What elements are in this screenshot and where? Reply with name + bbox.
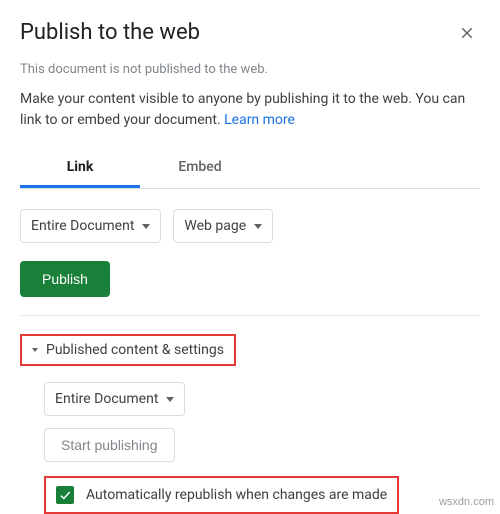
chevron-down-icon — [254, 224, 262, 229]
check-icon — [58, 488, 72, 502]
scope-select[interactable]: Entire Document — [20, 209, 161, 243]
close-icon — [458, 24, 476, 42]
options-row: Entire Document Web page — [20, 209, 480, 243]
close-button[interactable] — [454, 20, 480, 50]
tab-link[interactable]: Link — [20, 149, 140, 188]
dialog-subtitle: This document is not published to the we… — [20, 62, 480, 77]
dialog-header: Publish to the web — [20, 20, 480, 50]
format-select-label: Web page — [184, 218, 246, 234]
publish-button[interactable]: Publish — [20, 261, 110, 297]
divider — [20, 315, 480, 316]
tab-embed[interactable]: Embed — [140, 149, 260, 188]
chevron-down-icon — [142, 224, 150, 229]
published-settings-toggle[interactable]: Published content & settings — [20, 334, 236, 366]
publish-dialog: Publish to the web This document is not … — [0, 0, 500, 514]
chevron-down-icon — [166, 397, 174, 402]
scope-select-label: Entire Document — [31, 218, 134, 234]
auto-republish-checkbox[interactable] — [56, 486, 74, 504]
chevron-down-icon — [32, 348, 38, 352]
auto-republish-row[interactable]: Automatically republish when changes are… — [44, 476, 399, 514]
auto-republish-label: Automatically republish when changes are… — [86, 487, 387, 503]
scope2-select-label: Entire Document — [55, 391, 158, 407]
tab-row: Link Embed — [20, 149, 480, 189]
dialog-description: Make your content visible to anyone by p… — [20, 89, 480, 131]
dialog-title: Publish to the web — [20, 20, 200, 45]
watermark: wsxdn.com — [439, 496, 494, 508]
learn-more-link[interactable]: Learn more — [224, 112, 295, 128]
published-settings-label: Published content & settings — [46, 342, 224, 358]
start-publishing-button[interactable]: Start publishing — [44, 428, 175, 462]
scope2-select[interactable]: Entire Document — [44, 382, 185, 416]
published-settings-panel: Entire Document Start publishing Automat… — [20, 382, 480, 514]
format-select[interactable]: Web page — [173, 209, 273, 243]
